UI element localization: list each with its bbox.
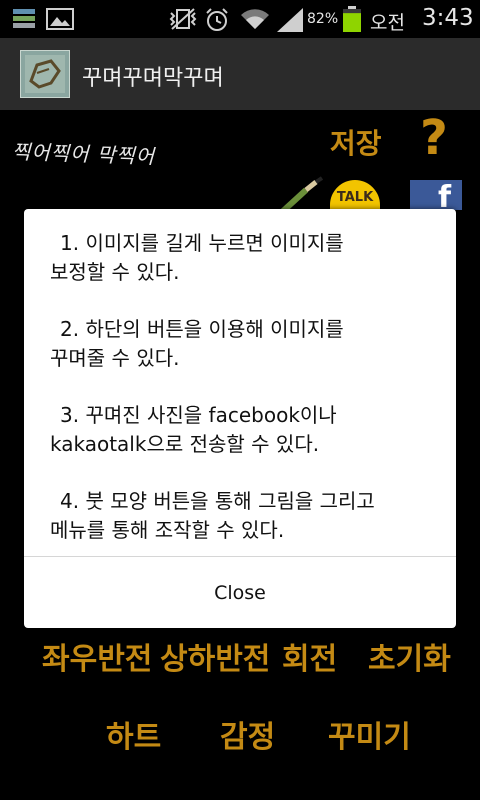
help-item-3-line-2: kakaotalk으로 전송할 수 있다.: [50, 432, 320, 456]
decorate-button[interactable]: 꾸미기: [328, 712, 411, 756]
help-item-4-line-1: 4. 붓 모양 버튼을 통해 그림을 그리고: [60, 489, 375, 513]
alarm-icon: [206, 8, 228, 31]
rotate-button[interactable]: 회전: [282, 634, 337, 678]
status-bar: 82% 오전 3:43: [0, 0, 480, 38]
help-item-2: 2. 하단의 버튼을 이용해 이미지를 꾸며줄 수 있다.: [50, 315, 440, 373]
help-item-1-line-1: 1. 이미지를 길게 누르면 이미지를: [60, 231, 344, 255]
dialog-message: 1. 이미지를 길게 누르면 이미지를 보정할 수 있다. 2. 하단의 버튼을…: [50, 229, 440, 573]
help-item-3: 3. 꾸며진 사진을 facebook이나 kakaotalk으로 전송할 수 …: [50, 401, 440, 459]
heart-button[interactable]: 하트: [106, 712, 161, 756]
kakaotalk-label: TALK: [336, 190, 374, 205]
facebook-button[interactable]: f: [410, 180, 462, 215]
kakaotalk-button[interactable]: TALK: [330, 180, 380, 210]
help-item-1: 1. 이미지를 길게 누르면 이미지를 보정할 수 있다.: [50, 229, 440, 287]
layers-icon: [13, 9, 35, 28]
help-dialog: 1. 이미지를 길게 누르면 이미지를 보정할 수 있다. 2. 하단의 버튼을…: [24, 209, 456, 628]
flip-vertical-button[interactable]: 상하반전: [160, 634, 270, 678]
help-item-2-line-1: 2. 하단의 버튼을 이용해 이미지를: [60, 317, 344, 341]
app-title: 꾸며꾸며막꾸며: [82, 66, 224, 91]
vibrate-mute-icon: [169, 8, 197, 30]
wifi-icon: [241, 9, 269, 29]
help-item-1-line-2: 보정할 수 있다.: [50, 260, 180, 284]
app-bar: 꾸며꾸며막꾸며: [0, 38, 480, 110]
help-item-3-line-1: 3. 꾸며진 사진을 facebook이나: [60, 403, 337, 427]
gallery-icon: [46, 8, 74, 30]
close-button[interactable]: Close: [24, 557, 456, 628]
help-item-4: 4. 붓 모양 버튼을 통해 그림을 그리고 메뉴를 통해 조작할 수 있다.: [50, 487, 440, 545]
handwritten-label: 찍어찍어 막찍어: [11, 139, 156, 169]
flip-horizontal-button[interactable]: 좌우반전: [42, 634, 152, 678]
clock-time: 3:43: [422, 5, 474, 31]
app-logo-icon[interactable]: [20, 50, 70, 98]
help-item-2-line-2: 꾸며줄 수 있다.: [50, 346, 180, 370]
help-item-4-line-2: 메뉴를 통해 조작할 수 있다.: [50, 518, 285, 542]
reset-button[interactable]: 초기화: [368, 634, 451, 678]
help-button[interactable]: ?: [420, 110, 448, 166]
am-pm-label: 오전: [370, 12, 405, 34]
emotion-button[interactable]: 감정: [220, 712, 275, 756]
signal-icon: [277, 8, 303, 32]
battery-icon: [343, 6, 361, 33]
save-button[interactable]: 저장: [330, 122, 382, 162]
battery-percent: 82%: [307, 11, 339, 27]
